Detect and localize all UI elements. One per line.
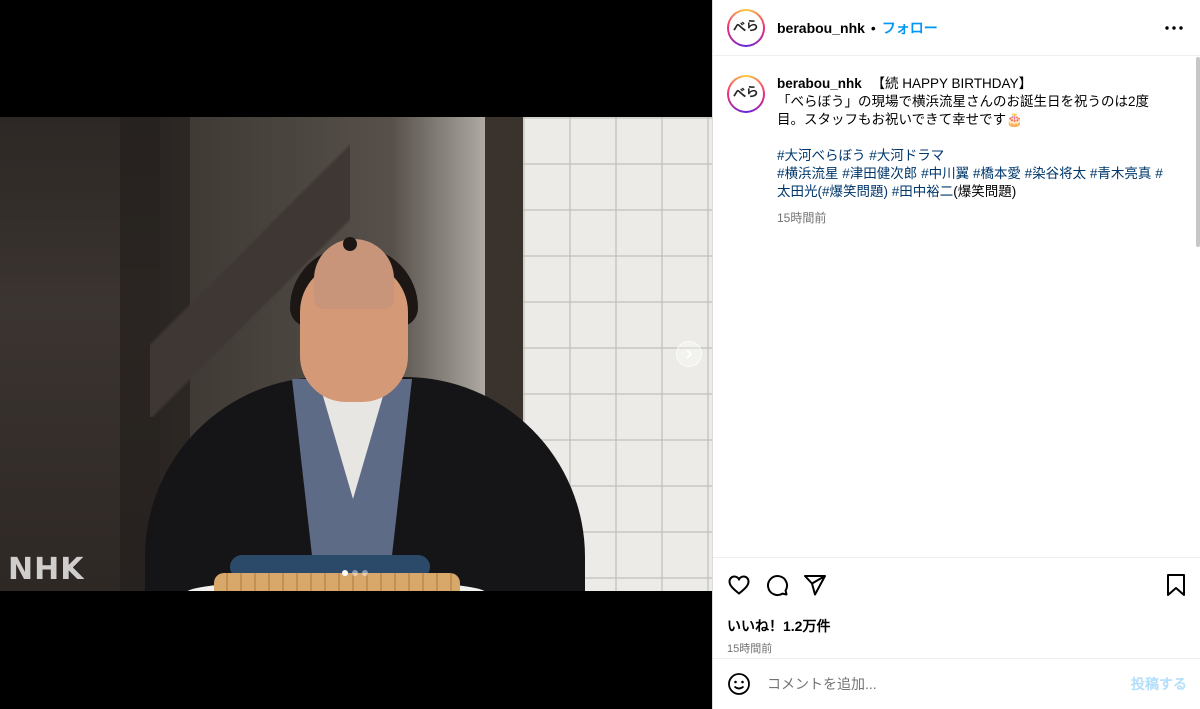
caption-timestamp: 15時間前 xyxy=(777,211,827,225)
caption-title: 【続 HAPPY BIRTHDAY】 xyxy=(871,76,1033,91)
hashtag-link[interactable]: #横浜流星 xyxy=(777,166,839,181)
post-header: べら berabou_nhk • フォロー xyxy=(713,0,1200,56)
caption-avatar[interactable]: べら xyxy=(727,75,765,113)
nhk-watermark: NHK xyxy=(8,552,85,587)
more-horizontal-icon xyxy=(1165,25,1183,30)
carousel-dots xyxy=(342,570,368,576)
hashtag-link[interactable]: #津田健次郎 xyxy=(842,166,917,181)
next-slide-button[interactable] xyxy=(676,341,702,367)
carousel-dot xyxy=(362,570,368,576)
comment-icon[interactable] xyxy=(765,573,789,597)
action-icons xyxy=(727,572,1187,598)
hashtag-link[interactable]: #大河べらぼう xyxy=(777,148,866,163)
caption: berabou_nhk 【続 HAPPY BIRTHDAY】 「べらぼう」の現場… xyxy=(777,75,1175,557)
cake xyxy=(214,573,460,591)
carousel-dot xyxy=(352,570,358,576)
person-topknot xyxy=(343,237,357,251)
avatar[interactable]: べら xyxy=(727,8,765,47)
follow-button[interactable]: フォロー xyxy=(882,18,938,38)
carousel-dot xyxy=(342,570,348,576)
heart-icon[interactable] xyxy=(727,573,751,597)
post-media: NHK xyxy=(0,0,712,709)
hashtag-link[interactable]: #橋本愛 xyxy=(973,166,1021,181)
post-panel: べら berabou_nhk • フォロー べら berabou_nhk 【続 … xyxy=(712,0,1200,709)
hashtag-link[interactable]: #田中裕二 xyxy=(892,184,954,199)
comment-bar: 投稿する xyxy=(713,658,1200,709)
post-body: べら berabou_nhk 【続 HAPPY BIRTHDAY】 「べらぼう」… xyxy=(713,57,1200,557)
caption-plain-text: (爆笑問題) xyxy=(953,184,1017,199)
caption-username[interactable]: berabou_nhk xyxy=(777,76,862,91)
bookmark-icon[interactable] xyxy=(1165,573,1187,597)
chevron-right-icon xyxy=(686,349,693,359)
hashtag-link[interactable]: #大河ドラマ xyxy=(869,148,944,163)
emoji-icon[interactable] xyxy=(727,672,751,696)
caption-text: 「べらぼう」の現場で横浜流星さんのお誕生日を祝うのは2度目。スタッフもお祝いでき… xyxy=(777,94,1150,127)
comment-input[interactable] xyxy=(767,676,1131,692)
photo-person xyxy=(0,117,712,591)
caption-hashtags: #大河べらぼう #大河ドラマ #横浜流星 #津田健次郎 #中川翼 #橋本愛 #染… xyxy=(777,147,1175,201)
more-options-button[interactable] xyxy=(1162,16,1186,40)
hashtag-link[interactable]: #青木亮真 xyxy=(1090,166,1152,181)
share-icon[interactable] xyxy=(803,573,827,597)
scrollbar[interactable] xyxy=(1196,57,1200,247)
post-photo[interactable]: NHK xyxy=(0,117,712,591)
avatar-image: べら xyxy=(729,10,763,45)
avatar-text: べら xyxy=(731,17,760,37)
avatar-image: べら xyxy=(729,77,763,111)
post-actions: いいね！1.2万件 15時間前 xyxy=(713,557,1200,656)
header-username[interactable]: berabou_nhk xyxy=(777,20,865,36)
avatar-text: べら xyxy=(731,84,760,103)
hashtag-link[interactable]: #染谷将太 xyxy=(1025,166,1087,181)
hashtag-link[interactable]: (#爆笑問題) xyxy=(818,184,889,199)
header-separator: • xyxy=(870,19,876,36)
post-comment-button[interactable]: 投稿する xyxy=(1131,674,1187,694)
likes-count[interactable]: いいね！1.2万件 xyxy=(727,616,1187,636)
post-timestamp: 15時間前 xyxy=(727,643,773,655)
hashtag-link[interactable]: #中川翼 xyxy=(921,166,969,181)
